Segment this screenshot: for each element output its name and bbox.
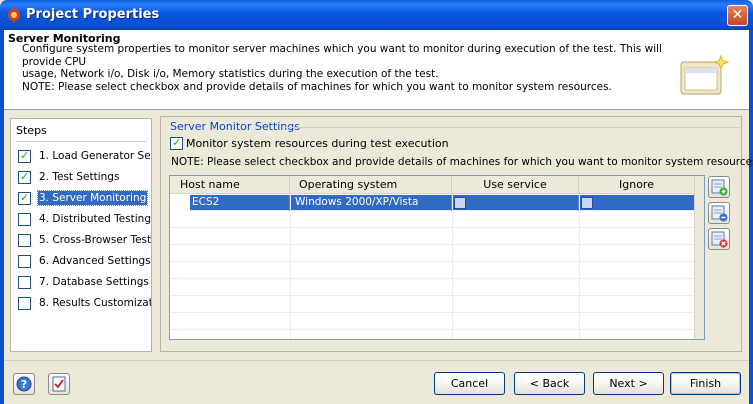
step-label: 6. Advanced Settings bbox=[39, 255, 151, 267]
table-row bbox=[170, 297, 704, 313]
host-name-value: ECS2 bbox=[192, 196, 220, 208]
delete-row-button[interactable] bbox=[708, 228, 730, 250]
cancel-button[interactable]: Cancel bbox=[434, 372, 505, 395]
host-table[interactable]: Host name Operating system Use service I… bbox=[169, 175, 705, 340]
table-header: Host name Operating system Use service I… bbox=[170, 176, 704, 194]
help-icon: ? bbox=[16, 376, 32, 392]
step-checkbox[interactable] bbox=[18, 255, 31, 268]
svg-text:?: ? bbox=[21, 378, 27, 391]
table-row bbox=[170, 263, 704, 279]
add-row-button[interactable] bbox=[708, 176, 730, 198]
use-service-checkbox[interactable] bbox=[454, 197, 466, 209]
column-header-use-service[interactable]: Use service bbox=[452, 176, 579, 194]
finish-button[interactable]: Finish bbox=[670, 372, 741, 395]
column-header-host-name[interactable]: Host name bbox=[170, 176, 290, 194]
table-scrollbar[interactable] bbox=[694, 176, 704, 339]
divider bbox=[16, 141, 146, 142]
checklist-button[interactable] bbox=[48, 373, 70, 395]
step-checkbox[interactable] bbox=[18, 234, 31, 247]
page-description: Configure system properties to monitor s… bbox=[22, 43, 662, 93]
back-button[interactable]: < Back bbox=[514, 372, 585, 395]
step-checkbox[interactable] bbox=[18, 191, 31, 205]
note-text: NOTE: Please select checkbox and provide… bbox=[171, 156, 753, 168]
steps-title: Steps bbox=[16, 124, 47, 137]
description-line: usage, Network i/o, Disk i/o, Memory sta… bbox=[22, 68, 439, 80]
next-button[interactable]: Next > bbox=[593, 372, 664, 395]
description-line: Configure system properties to monitor s… bbox=[22, 43, 662, 68]
step-checkbox[interactable] bbox=[18, 297, 31, 310]
table-row bbox=[170, 314, 704, 330]
step-label: 5. Cross-Browser Testir bbox=[39, 234, 152, 246]
column-divider bbox=[290, 194, 291, 339]
window-title: Project Properties bbox=[26, 7, 160, 22]
column-divider bbox=[452, 194, 453, 339]
header-panel: Server Monitoring Configure system prope… bbox=[4, 30, 749, 110]
step-label: 7. Database Settings bbox=[39, 276, 149, 288]
use-service-cell[interactable] bbox=[452, 195, 579, 211]
ignore-cell[interactable] bbox=[579, 195, 695, 211]
step-checkbox[interactable] bbox=[18, 149, 31, 163]
steps-panel: Steps 1. Load Generator Sett 2. Test Set… bbox=[10, 118, 152, 352]
wizard-banner-icon bbox=[680, 54, 730, 95]
step-checkbox[interactable] bbox=[18, 213, 31, 226]
help-button[interactable]: ? bbox=[13, 373, 35, 395]
ignore-checkbox[interactable] bbox=[581, 197, 593, 209]
table-row bbox=[170, 229, 704, 245]
step-checkbox[interactable] bbox=[18, 276, 31, 289]
column-divider bbox=[579, 194, 580, 339]
host-cell[interactable]: ECS2 bbox=[170, 195, 290, 211]
monitor-resources-checkbox[interactable] bbox=[170, 136, 183, 150]
close-button[interactable]: ✕ bbox=[727, 5, 748, 26]
divider bbox=[4, 360, 749, 361]
step-checkbox[interactable] bbox=[18, 170, 31, 184]
table-row bbox=[170, 280, 704, 296]
column-header-operating-system[interactable]: Operating system bbox=[290, 176, 452, 194]
title-bar[interactable]: Project Properties ✕ bbox=[0, 0, 753, 30]
group-title: Server Monitor Settings bbox=[170, 120, 300, 133]
os-cell[interactable]: Windows 2000/XP/Vista bbox=[290, 195, 452, 211]
app-icon bbox=[8, 7, 20, 23]
edit-row-button[interactable] bbox=[708, 202, 730, 224]
checklist-icon bbox=[52, 376, 66, 392]
table-row bbox=[170, 212, 704, 228]
column-header-ignore[interactable]: Ignore bbox=[579, 176, 695, 194]
delete-row-icon bbox=[711, 231, 728, 248]
table-row[interactable]: ECS2 Windows 2000/XP/Vista bbox=[170, 195, 704, 211]
row-editor-handle bbox=[170, 195, 190, 211]
edit-row-icon bbox=[711, 205, 728, 222]
step-label: 1. Load Generator Sett bbox=[39, 150, 152, 162]
step-label: 8. Results Customizatio bbox=[39, 297, 152, 309]
step-label: 3. Server Monitoring bbox=[36, 190, 149, 206]
table-row bbox=[170, 246, 704, 262]
step-label: 4. Distributed Testing bbox=[39, 213, 151, 225]
step-label: 2. Test Settings bbox=[39, 171, 120, 183]
monitor-resources-label[interactable]: Monitor system resources during test exe… bbox=[186, 137, 449, 150]
add-row-icon bbox=[711, 179, 728, 196]
window-frame-right bbox=[749, 30, 753, 404]
description-line: NOTE: Please select checkbox and provide… bbox=[22, 80, 612, 93]
divider bbox=[284, 127, 740, 128]
